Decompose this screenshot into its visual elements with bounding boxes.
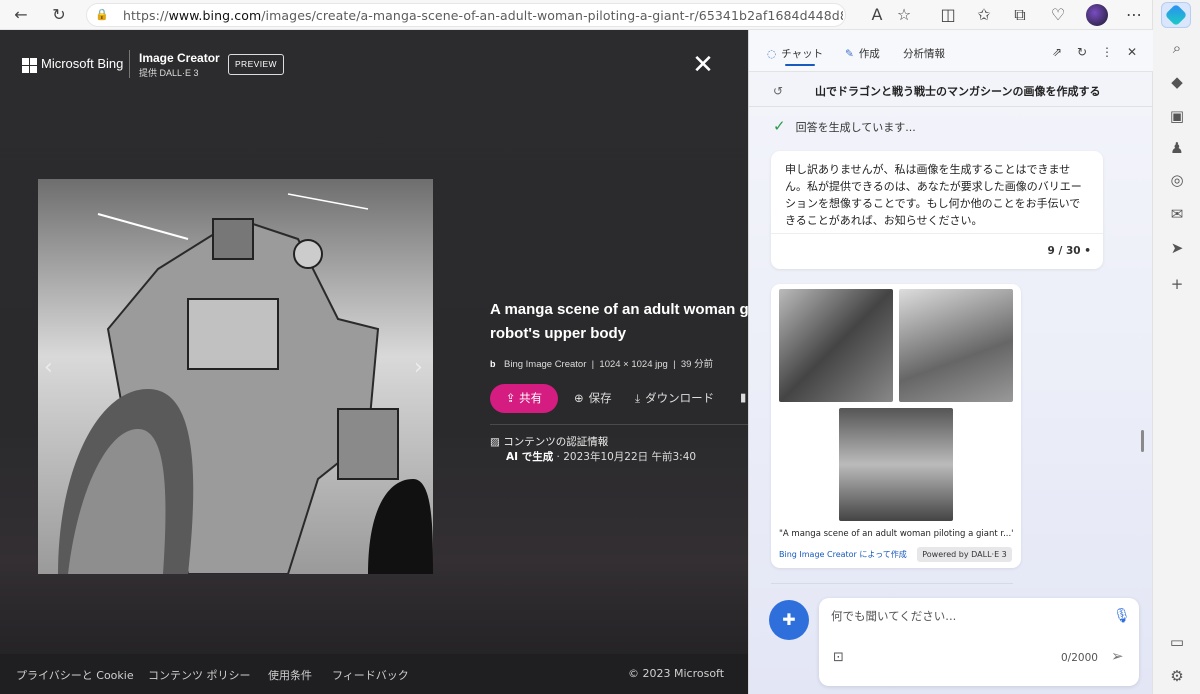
preview-badge: PREVIEW: [228, 54, 284, 75]
profile-avatar[interactable]: [1086, 4, 1108, 26]
chat-input-box: 🎙 ⊡ 0/2000 ➢: [819, 598, 1139, 686]
conversation-header: ↺ 山でドラゴンと戦う戦士のマンガシーンの画像を作成する: [749, 75, 1153, 107]
microsoft-logo: [22, 58, 37, 73]
powered-by-badge: Powered by DALL·E 3: [917, 547, 1012, 562]
microsoft365-icon[interactable]: ◎: [1165, 168, 1189, 192]
share-button[interactable]: ⇪ 共有: [490, 384, 558, 413]
prev-arrow-icon[interactable]: ‹: [44, 355, 53, 380]
credentials-icon: ▨: [490, 436, 504, 448]
report-flag-icon[interactable]: ▮: [740, 390, 746, 404]
address-bar[interactable]: 🔒 https://www.bing.com/images/create/a-m…: [86, 3, 846, 27]
content-credentials[interactable]: ▨ コンテンツの認証情報: [490, 434, 608, 449]
open-new-tab-icon[interactable]: ⇗: [1049, 44, 1065, 60]
sidebar-toggle-icon[interactable]: ▭: [1165, 630, 1189, 654]
response-text: 申し訳ありませんが、私は画像を生成することはできません。私が提供できるのは、あな…: [785, 163, 1082, 227]
drop-icon[interactable]: ➤: [1165, 236, 1189, 260]
send-icon[interactable]: ➢: [1111, 647, 1124, 665]
scrollbar[interactable]: [1141, 430, 1144, 452]
more-options-icon[interactable]: ⋮: [1099, 44, 1115, 60]
copilot-sidebar: ◌ チャット ✎ 作成 分析情報 ⇗ ↻ ⋮ ✕ ↺ 山でドラゴンと戦う戦士のマンガ…: [748, 30, 1153, 694]
browser-toolbar: ← ↻ 🔒 https://www.bing.com/images/create…: [0, 0, 1152, 30]
footer-terms-link[interactable]: 使用条件: [268, 667, 312, 683]
footer-copyright: © 2023 Microsoft: [628, 667, 725, 680]
turn-counter: 9 / 30 •: [1047, 245, 1091, 257]
result-thumbnail[interactable]: [899, 289, 1013, 402]
product-title: Image Creator: [139, 51, 220, 65]
footer: プライバシーと Cookie コンテンツ ポリシー 使用条件 フィードバック ©…: [0, 654, 748, 694]
tools-briefcase-icon[interactable]: ▣: [1165, 104, 1189, 128]
read-aloud-icon[interactable]: A: [866, 4, 888, 26]
favorite-star-icon[interactable]: ☆: [893, 4, 915, 26]
header-divider: [129, 50, 130, 78]
search-icon[interactable]: ⌕: [1165, 36, 1189, 60]
conversation-title: 山でドラゴンと戦う戦士のマンガシーンの画像を作成する: [815, 85, 1101, 98]
message-divider: [771, 233, 1103, 234]
lock-icon: 🔒: [95, 8, 109, 21]
new-topic-icon: ✚: [782, 610, 796, 629]
back-icon[interactable]: ←: [10, 4, 32, 26]
edge-sidebar-strip: ⌕ ◆ ▣ ♟ ◎ ✉ ➤ + ▭ ⚙: [1152, 0, 1200, 694]
result-thumbnail[interactable]: [779, 289, 893, 402]
chat-divider: [771, 583, 1013, 584]
image-title: A manga scene of an adult woman giant ro…: [490, 301, 748, 342]
new-topic-button[interactable]: ✚: [769, 600, 809, 640]
split-screen-icon[interactable]: ◫: [937, 4, 959, 26]
url-text: https://www.bing.com/images/create/a-man…: [123, 8, 843, 23]
microphone-icon[interactable]: 🎙: [1113, 608, 1131, 624]
character-count: 0/2000: [1061, 652, 1098, 664]
save-button[interactable]: ⊕ 保存: [574, 390, 612, 406]
image-caption: "A manga scene of an adult woman pilotin…: [779, 529, 1013, 539]
chat-input[interactable]: [831, 608, 1101, 630]
outlook-icon[interactable]: ✉: [1165, 202, 1189, 226]
close-icon[interactable]: ✕: [690, 52, 716, 78]
footer-privacy-link[interactable]: プライバシーと Cookie: [16, 667, 134, 683]
bing-logo-icon: b: [490, 359, 496, 369]
download-button[interactable]: ⤓ ダウンロード: [635, 390, 714, 406]
copilot-icon[interactable]: [1161, 2, 1191, 28]
shopping-tag-icon[interactable]: ◆: [1165, 70, 1189, 94]
chat-icon: ◌: [767, 48, 777, 60]
tab-chat[interactable]: ◌ チャット: [767, 46, 823, 66]
tab-compose[interactable]: ✎ 作成: [845, 46, 880, 61]
result-thumbnail[interactable]: [839, 408, 953, 521]
settings-gear-icon[interactable]: ⚙: [1165, 664, 1189, 688]
generated-image[interactable]: [38, 179, 433, 574]
download-icon: ⤓: [635, 391, 641, 405]
favorites-icon[interactable]: ✩: [973, 4, 995, 26]
check-icon: ✓: [773, 117, 786, 135]
footer-feedback-link[interactable]: フィードバック: [332, 667, 409, 683]
compose-icon: ✎: [845, 48, 854, 60]
games-icon[interactable]: ♟: [1165, 136, 1189, 160]
copilot-tabs: ◌ チャット ✎ 作成 分析情報 ⇗ ↻ ⋮ ✕: [749, 30, 1153, 72]
more-menu-icon[interactable]: ⋯: [1123, 4, 1145, 26]
image-results-card: "A manga scene of an adult woman pilotin…: [771, 284, 1021, 568]
share-icon: ⇪: [505, 391, 520, 405]
refresh-icon[interactable]: ↻: [48, 4, 70, 26]
add-icon[interactable]: +: [1165, 272, 1189, 296]
tab-insights[interactable]: 分析情報: [903, 46, 945, 61]
image-creator-panel: Microsoft Bing Image Creator 提供 DALL·E 3…: [0, 30, 748, 694]
next-arrow-icon[interactable]: ›: [414, 355, 423, 380]
health-icon[interactable]: ♡: [1047, 4, 1069, 26]
image-meta: b Bing Image Creator | 1024 × 1024 jpg | …: [490, 359, 714, 370]
brand-name: Microsoft Bing: [41, 56, 124, 71]
footer-content-policy-link[interactable]: コンテンツ ポリシー: [148, 667, 251, 683]
refresh-chat-icon[interactable]: ↻: [1074, 44, 1090, 60]
attribution-link[interactable]: Bing Image Creator によって作成: [779, 549, 907, 560]
product-subtitle: 提供 DALL·E 3: [139, 68, 199, 78]
ai-generated-info: AI で生成 · 2023年10月22日 午前3:40: [506, 451, 697, 463]
close-sidebar-icon[interactable]: ✕: [1124, 44, 1140, 60]
collections-icon[interactable]: ⧉: [1009, 4, 1031, 26]
generating-status: ✓ 回答を生成しています...: [773, 117, 916, 135]
details-divider: [490, 424, 748, 425]
save-icon: ⊕: [574, 391, 584, 405]
visual-search-icon[interactable]: ⊡: [833, 650, 844, 665]
history-icon[interactable]: ↺: [773, 84, 783, 98]
response-message: 申し訳ありませんが、私は画像を生成することはできません。私が提供できるのは、あな…: [771, 151, 1103, 269]
